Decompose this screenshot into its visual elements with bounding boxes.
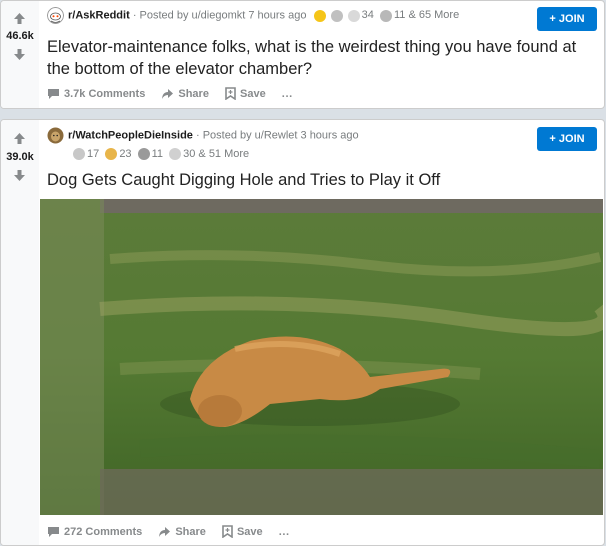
- wholesome-award-icon: [330, 9, 343, 22]
- share-label: Share: [175, 526, 206, 538]
- subreddit-link[interactable]: r/WatchPeopleDieInside: [68, 129, 193, 141]
- join-button[interactable]: + JOIN: [537, 127, 597, 151]
- video-player[interactable]: [40, 199, 603, 515]
- post-askreddit[interactable]: 46.6k r/AskReddit · Posted by u/diegomkt…: [0, 0, 605, 109]
- share-button[interactable]: Share: [161, 88, 209, 100]
- post-actions: 3.7k Comments Share Save ···: [47, 87, 306, 103]
- post-title[interactable]: Dog Gets Caught Digging Hole and Tries t…: [47, 169, 594, 191]
- vote-column: 39.0k: [1, 120, 39, 545]
- subreddit-link[interactable]: r/AskReddit: [68, 9, 130, 21]
- awards-more: 11 & 65 More: [393, 9, 460, 22]
- save-label: Save: [240, 87, 266, 100]
- askreddit-alien-icon[interactable]: [47, 7, 64, 24]
- silver-award-icon: [347, 9, 360, 22]
- share-icon: [162, 89, 174, 99]
- awards[interactable]: 34 11 & 65 More: [310, 9, 460, 22]
- post-title[interactable]: Elevator-maintenance folks, what is the …: [47, 36, 594, 80]
- award-count: 34: [361, 9, 374, 22]
- more-options-button[interactable]: ···: [279, 529, 290, 541]
- score: 39.0k: [6, 151, 34, 163]
- comments-button[interactable]: 272 Comments: [47, 526, 142, 538]
- posted-by[interactable]: · Posted by u/diegomkt 7 hours ago: [133, 9, 307, 21]
- bookmark-icon: [225, 87, 236, 100]
- laugh-award-icon: [169, 148, 182, 161]
- post-meta: r/AskReddit · Posted by u/diegomkt 7 hou…: [47, 7, 459, 24]
- award-count-a: 17: [87, 148, 100, 160]
- facepalm-award-icon: [137, 148, 150, 161]
- downvote-icon[interactable]: [13, 48, 26, 61]
- bookmark-icon: [222, 525, 233, 538]
- helpful-award-icon: [379, 9, 392, 22]
- award-count-d: 30: [183, 148, 196, 160]
- join-button[interactable]: + JOIN: [537, 7, 597, 31]
- award-count-b: 23: [119, 148, 132, 160]
- more-options-button[interactable]: ···: [282, 91, 293, 103]
- share-button[interactable]: Share: [158, 526, 206, 538]
- comment-icon: [48, 527, 59, 537]
- awards-more: & 51 More: [198, 148, 250, 160]
- score: 46.6k: [6, 30, 34, 42]
- post-meta: r/WatchPeopleDieInside · Posted by u/Rew…: [47, 127, 359, 144]
- posted-by[interactable]: · Posted by u/Rewlet 3 hours ago: [196, 129, 359, 141]
- comment-icon: [48, 89, 59, 99]
- save-button[interactable]: Save: [225, 87, 266, 100]
- upvote-icon[interactable]: [13, 132, 26, 145]
- gold-award-icon: [313, 9, 326, 22]
- upvote-icon[interactable]: [13, 12, 26, 25]
- downvote-icon[interactable]: [13, 169, 26, 182]
- save-button[interactable]: Save: [222, 525, 263, 538]
- share-icon: [159, 527, 171, 537]
- awards[interactable]: 17 23 11 30 & 51 More: [73, 148, 250, 161]
- wholesome-award-icon: [105, 148, 118, 161]
- post-actions: 272 Comments Share Save ···: [47, 525, 303, 541]
- post-watchpeopledieinside[interactable]: 39.0k r/WatchPeopleDieInside · Posted by…: [0, 119, 605, 546]
- save-label: Save: [236, 525, 263, 538]
- vote-column: 46.6k: [1, 1, 39, 108]
- dog-video-frame: [40, 199, 603, 515]
- share-label: Share: [178, 88, 209, 100]
- dog-avatar-icon[interactable]: [47, 127, 64, 144]
- award-count-c: 11: [151, 148, 164, 160]
- comments-button[interactable]: 3.7k Comments: [47, 88, 145, 100]
- silver-award-icon: [73, 148, 85, 161]
- comments-label: 3.7k Comments: [64, 88, 146, 100]
- comments-label: 272 Comments: [64, 526, 143, 538]
